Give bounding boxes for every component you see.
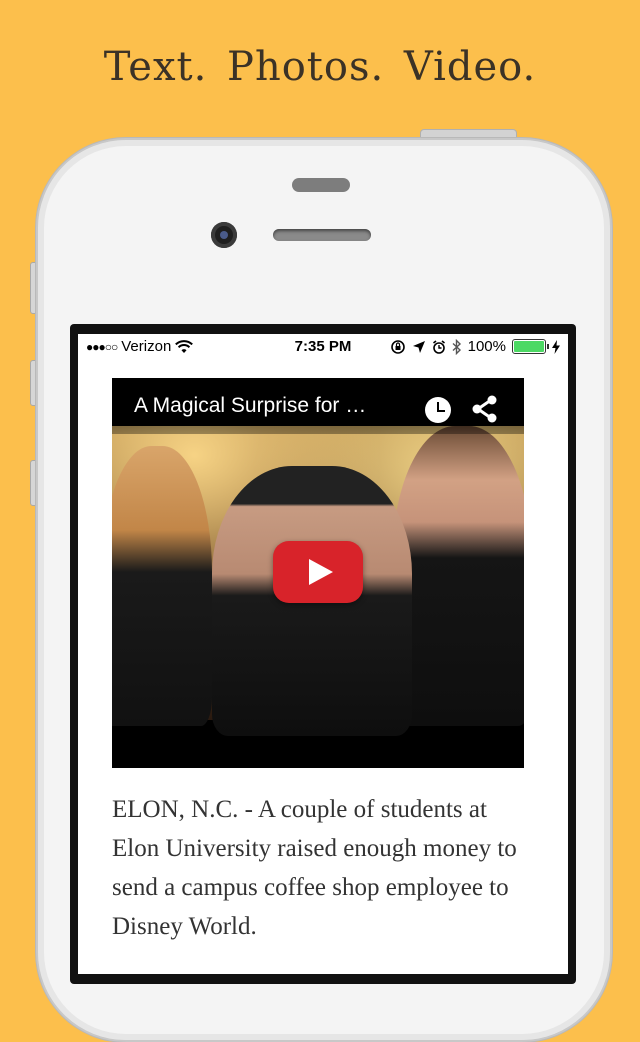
video-title[interactable]: A Magical Surprise for … [134,394,366,418]
phone-screen: ●●●○○ Verizon 7:35 PM 100% A Magical Sur… [78,334,568,974]
bluetooth-icon [452,338,461,355]
video-title-bar: A Magical Surprise for … [112,378,524,434]
alarm-icon [432,339,445,354]
promo-headline: Text. Photos. Video. [103,44,537,90]
front-camera [211,222,237,248]
video-player[interactable]: A Magical Surprise for … [112,378,524,768]
rotation-lock-icon [390,339,405,354]
thumbnail-person-left [112,446,212,726]
battery-icon [512,339,549,354]
charging-bolt-icon [552,339,560,354]
play-icon[interactable] [273,541,363,603]
status-bar: ●●●○○ Verizon 7:35 PM 100% [78,334,568,360]
clock-icon[interactable] [425,397,451,423]
location-arrow-icon [412,340,425,353]
status-right: 100% [390,338,560,355]
article-body: ELON, N.C. - A couple of students at Elo… [112,796,517,940]
share-icon[interactable] [470,394,500,424]
proximity-sensor [292,178,350,192]
earpiece-speaker [273,229,371,241]
battery-percent: 100% [467,338,506,355]
